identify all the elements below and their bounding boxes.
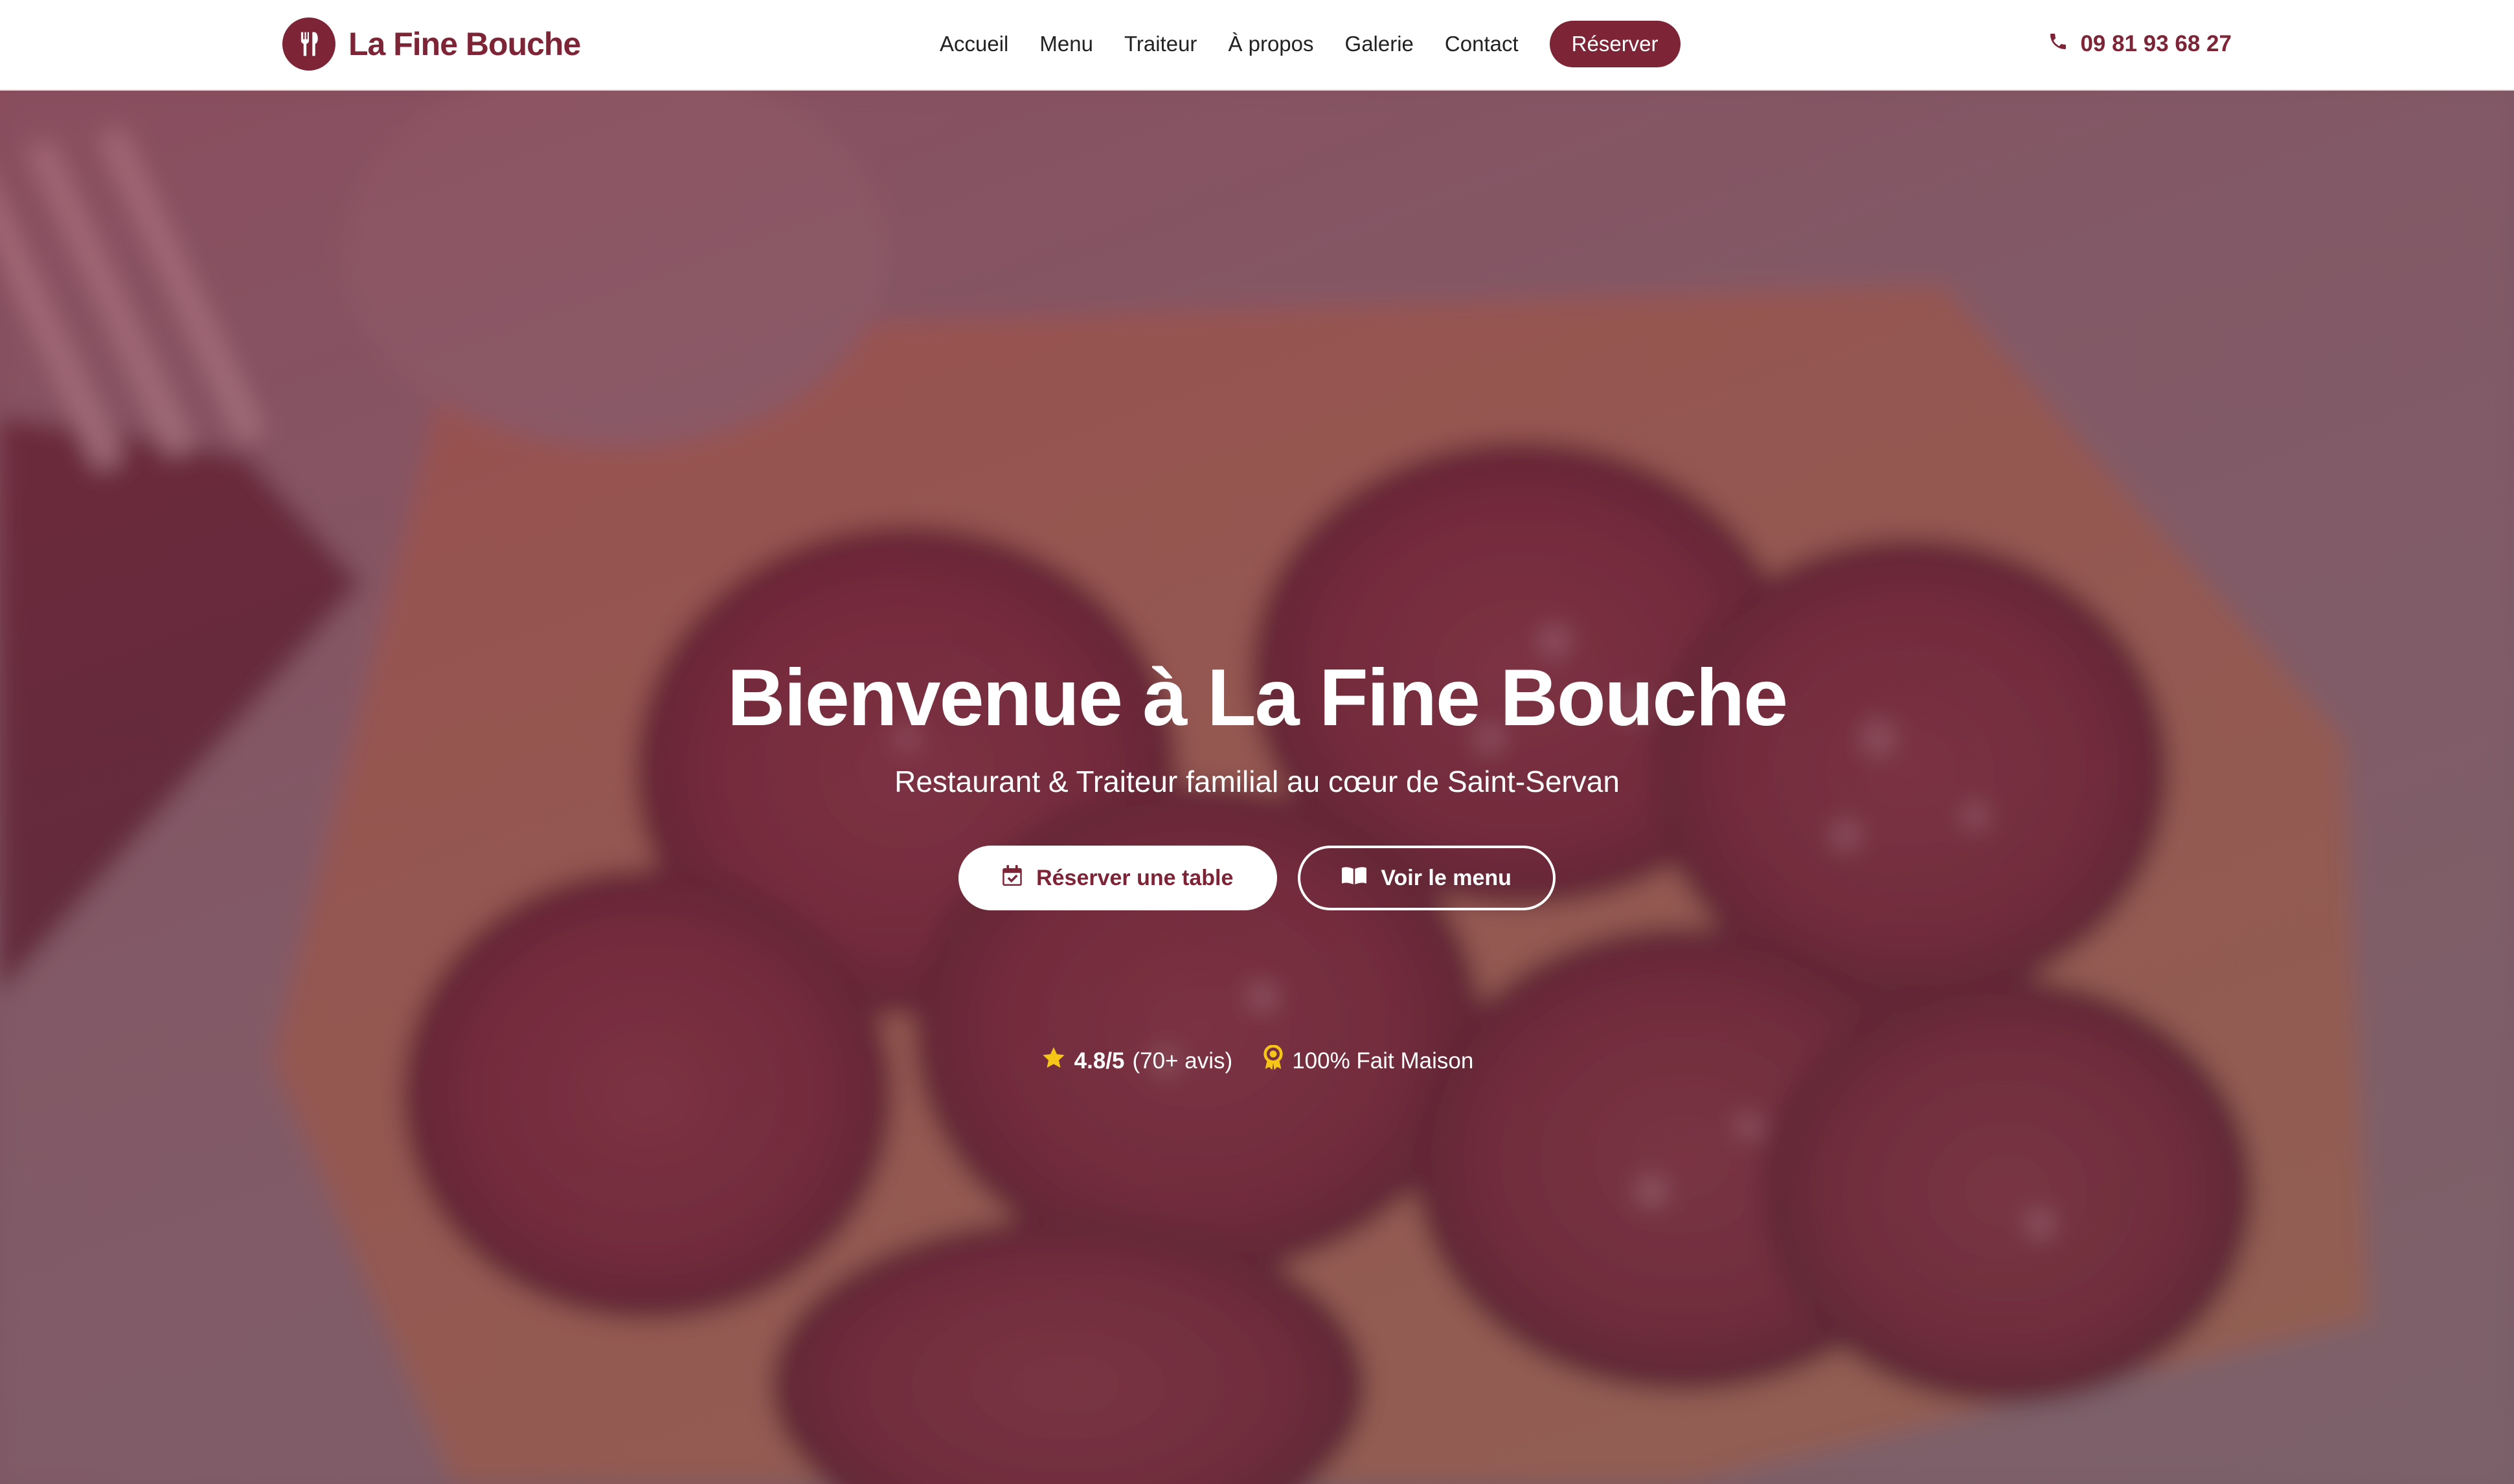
homemade-label: 100% Fait Maison	[1292, 1048, 1474, 1074]
star-icon	[1041, 1045, 1067, 1077]
hero-actions: Réserver une table Voir le menu	[0, 846, 2514, 910]
brand-name: La Fine Bouche	[348, 26, 581, 62]
nav-link-accueil[interactable]: Accueil	[940, 32, 1008, 56]
hero-badges: 4.8/5 (70+ avis) 100% Fait Maison	[0, 1044, 2514, 1077]
hero-content: Bienvenue à La Fine Bouche Restaurant & …	[0, 91, 2514, 1484]
rating-count: (70+ avis)	[1132, 1048, 1233, 1074]
rating-score: 4.8/5	[1074, 1048, 1125, 1074]
rating-badge: 4.8/5 (70+ avis)	[1041, 1045, 1233, 1077]
reserve-table-label: Réserver une table	[1036, 865, 1234, 890]
reserve-table-button[interactable]: Réserver une table	[958, 846, 1278, 910]
phone-link[interactable]: 09 81 93 68 27	[2048, 25, 2232, 63]
nav-reserve-button[interactable]: Réserver	[1549, 21, 1681, 67]
nav-link-a-propos[interactable]: À propos	[1228, 32, 1313, 56]
calendar-check-icon	[1002, 864, 1022, 892]
brand-link[interactable]: La Fine Bouche	[282, 17, 581, 71]
hero-subtitle: Restaurant & Traiteur familial au cœur d…	[894, 765, 1620, 798]
award-icon	[1262, 1044, 1284, 1077]
nav-link-galerie[interactable]: Galerie	[1345, 32, 1414, 56]
hero-section: Bienvenue à La Fine Bouche Restaurant & …	[0, 91, 2514, 1484]
nav-link-menu[interactable]: Menu	[1039, 32, 1093, 56]
phone-icon	[2048, 31, 2068, 58]
phone-number: 09 81 93 68 27	[2080, 31, 2232, 56]
book-open-icon	[1342, 866, 1367, 891]
view-menu-button[interactable]: Voir le menu	[1298, 846, 1556, 910]
homemade-badge: 100% Fait Maison	[1262, 1044, 1474, 1077]
view-menu-label: Voir le menu	[1381, 865, 1512, 890]
navbar: La Fine Bouche Accueil Menu Traiteur À p…	[0, 0, 2514, 91]
hero-title: Bienvenue à La Fine Bouche	[727, 653, 1788, 743]
nav-link-traiteur[interactable]: Traiteur	[1124, 32, 1197, 56]
utensils-icon	[282, 17, 335, 71]
nav-link-contact[interactable]: Contact	[1445, 32, 1519, 56]
main-nav: Accueil Menu Traiteur À propos Galerie C…	[940, 21, 1681, 67]
